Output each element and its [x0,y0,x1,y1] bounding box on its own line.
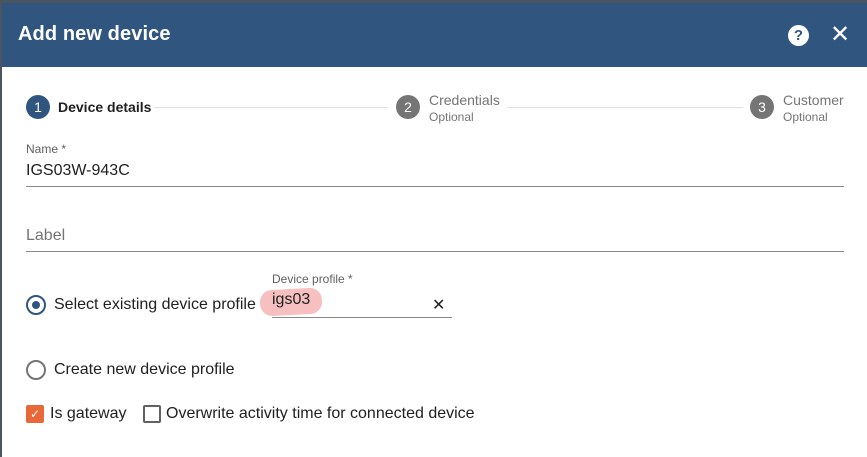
device-profile-input[interactable]: igs03 [272,291,310,309]
name-field-label: Name * [26,142,67,156]
dialog-header: Add new device ? ✕ [2,3,867,67]
step-2-sublabel: Optional [429,110,474,124]
step-2-label[interactable]: Credentials [429,92,500,108]
dialog-title: Add new device [18,23,171,45]
device-profile-underline [272,317,452,318]
step-connector [507,107,743,108]
select-existing-profile-label[interactable]: Select existing device profile [54,296,256,314]
step-connector [154,107,388,108]
name-field-underline [26,186,844,187]
step-3-label[interactable]: Customer [783,92,844,108]
step-2-number[interactable]: 2 [396,95,420,119]
step-1-number[interactable]: 1 [26,95,50,119]
select-existing-profile-radio[interactable] [26,295,46,315]
label-field-underline [26,251,844,252]
label-field[interactable]: Label [26,227,65,245]
step-3-number[interactable]: 3 [750,95,774,119]
device-profile-label: Device profile * [272,272,353,286]
overwrite-activity-checkbox[interactable] [143,405,161,423]
overwrite-activity-label[interactable]: Overwrite activity time for connected de… [166,405,475,423]
is-gateway-label[interactable]: Is gateway [50,405,126,423]
name-field[interactable]: IGS03W-943C [26,162,130,180]
is-gateway-checkbox[interactable]: ✓ [26,405,44,423]
create-new-profile-radio[interactable] [26,360,46,380]
step-1-label[interactable]: Device details [58,99,151,115]
close-icon[interactable]: ✕ [828,21,852,49]
step-3-sublabel: Optional [783,110,828,124]
add-device-dialog: Add new device ? ✕ 1 Device details 2 Cr… [2,3,867,457]
help-icon[interactable]: ? [788,25,809,46]
stepper: 1 Device details 2 Credentials Optional … [2,67,867,127]
clear-icon[interactable]: ✕ [432,295,445,315]
create-new-profile-label[interactable]: Create new device profile [54,361,235,379]
